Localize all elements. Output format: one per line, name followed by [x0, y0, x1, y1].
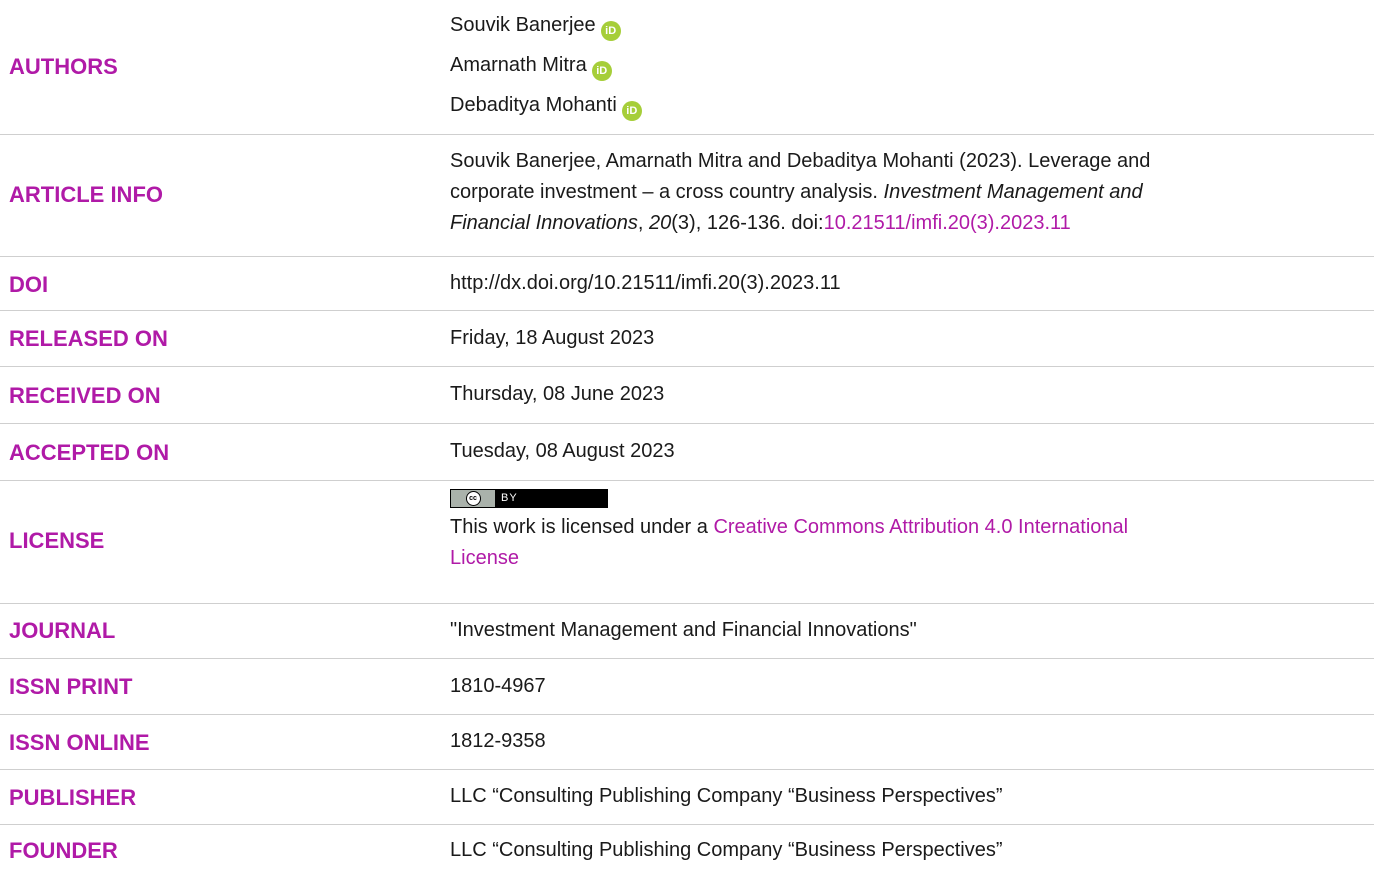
- row-received-on: RECEIVED ON Thursday, 08 June 2023: [0, 367, 1374, 424]
- orcid-icon[interactable]: iD: [600, 21, 621, 41]
- row-journal: JOURNAL "Investment Management and Finan…: [0, 604, 1374, 659]
- label-issn-print: ISSN PRINT: [9, 674, 133, 699]
- author-item[interactable]: Amarnath Mitra iD: [450, 50, 1350, 81]
- citation-line-3: Financial Innovations, 20(3), 126-136. d…: [450, 208, 1350, 239]
- label-publisher: PUBLISHER: [9, 785, 137, 810]
- citation-sep: ,: [637, 212, 650, 234]
- row-authors: AUTHORS Souvik Banerjee iD Amarnath Mitra…: [0, 0, 1374, 135]
- row-doi: DOI http://dx.doi.org/10.21511/imfi.20(3…: [0, 257, 1374, 311]
- author-item[interactable]: Souvik Banerjee iD: [450, 10, 1350, 41]
- license-text: This work is licensed under a: [450, 516, 714, 538]
- article-citation: Souvik Banerjee, Amarnath Mitra and Deba…: [450, 146, 1350, 239]
- citation-line-2: corporate investment – a cross country a…: [450, 177, 1350, 208]
- cc-logo-icon: cc: [451, 490, 495, 507]
- citation-line-1: Souvik Banerjee, Amarnath Mitra and Deba…: [450, 150, 1151, 172]
- cc-by-badge[interactable]: cc BY: [450, 489, 608, 508]
- cc-circle-icon: cc: [465, 491, 481, 506]
- orcid-icon[interactable]: iD: [591, 61, 612, 81]
- row-article-info: ARTICLE INFO Souvik Banerjee, Amarnath M…: [0, 135, 1374, 257]
- founder-value: LLC “Consulting Publishing Company “Busi…: [450, 839, 1003, 861]
- row-publisher: PUBLISHER LLC “Consulting Publishing Com…: [0, 770, 1374, 825]
- label-authors: AUTHORS: [9, 54, 118, 79]
- author-name[interactable]: Souvik Banerjee: [450, 14, 596, 36]
- citation-journal-part-1: Investment Management and: [883, 181, 1143, 203]
- label-accepted-on: ACCEPTED ON: [9, 440, 170, 465]
- citation-volume: 20: [649, 212, 672, 234]
- citation-journal-part-2: Financial Innovations: [450, 212, 638, 234]
- received-on-value: Thursday, 08 June 2023: [450, 383, 665, 405]
- license-link[interactable]: Creative Commons Attribution 4.0 Interna…: [713, 516, 1128, 538]
- issn-print-value: 1810-4967: [450, 675, 546, 697]
- doi-value: http://dx.doi.org/10.21511/imfi.20(3).20…: [450, 272, 841, 294]
- author-item[interactable]: Debaditya Mohanti iD: [450, 90, 1350, 121]
- row-released-on: RELEASED ON Friday, 18 August 2023: [0, 311, 1374, 367]
- citation-title-end: corporate investment – a cross country a…: [450, 181, 878, 203]
- publisher-value: LLC “Consulting Publishing Company “Busi…: [450, 785, 1003, 807]
- row-accepted-on: ACCEPTED ON Tuesday, 08 August 2023: [0, 424, 1374, 481]
- accepted-on-value: Tuesday, 08 August 2023: [450, 440, 675, 462]
- row-license: LICENSE cc BY This work is licensed unde…: [0, 481, 1374, 604]
- license-line-1: This work is licensed under a Creative C…: [450, 512, 1350, 543]
- label-article-info: ARTICLE INFO: [9, 182, 163, 207]
- license-link-continued[interactable]: License: [450, 547, 519, 569]
- row-issn-online: ISSN ONLINE 1812-9358: [0, 715, 1374, 770]
- cc-by-label: BY: [501, 492, 518, 504]
- released-on-value: Friday, 18 August 2023: [450, 327, 655, 349]
- authors-list: Souvik Banerjee iD Amarnath Mitra iD Debad…: [450, 10, 1350, 121]
- license-value: cc BY This work is licensed under a Crea…: [450, 489, 1350, 574]
- label-received-on: RECEIVED ON: [9, 383, 161, 408]
- row-issn-print: ISSN PRINT 1810-4967: [0, 659, 1374, 715]
- label-license: LICENSE: [9, 528, 105, 553]
- orcid-icon[interactable]: iD: [621, 101, 642, 121]
- author-name[interactable]: Debaditya Mohanti: [450, 94, 617, 116]
- citation-doi-link[interactable]: 10.21511/imfi.20(3).2023.11: [824, 212, 1071, 234]
- row-founder: FOUNDER LLC “Consulting Publishing Compa…: [0, 825, 1374, 875]
- citation-pages: (3), 126-136. doi:: [671, 212, 824, 234]
- label-released-on: RELEASED ON: [9, 326, 168, 351]
- label-issn-online: ISSN ONLINE: [9, 730, 150, 755]
- author-name[interactable]: Amarnath Mitra: [450, 54, 587, 76]
- journal-value: "Investment Management and Financial Inn…: [450, 619, 917, 641]
- label-founder: FOUNDER: [9, 838, 118, 863]
- issn-online-value: 1812-9358: [450, 730, 546, 752]
- license-line-2: License: [450, 543, 1350, 574]
- label-journal: JOURNAL: [9, 618, 116, 643]
- label-doi: DOI: [9, 272, 49, 297]
